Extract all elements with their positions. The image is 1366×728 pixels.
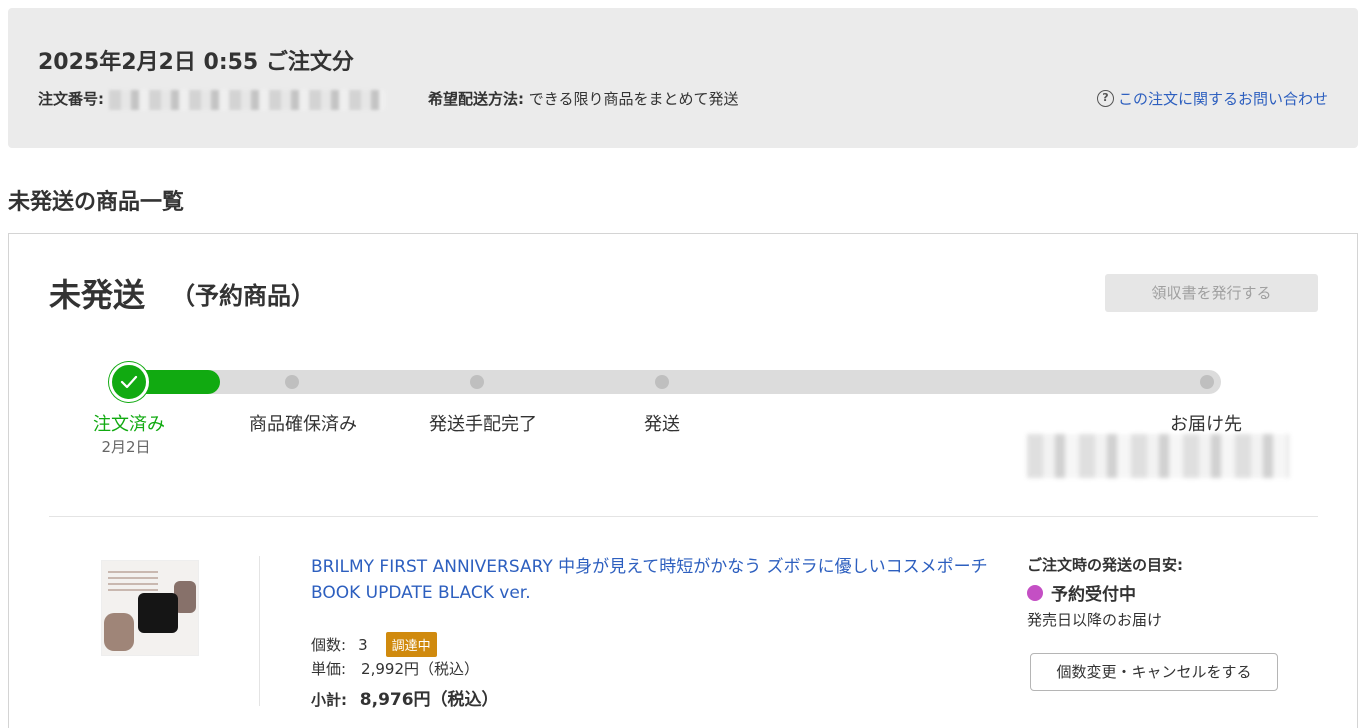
shipping-method-label: 希望配送方法:	[428, 90, 524, 108]
product-thumbnail[interactable]	[101, 560, 199, 656]
order-inquiry-link[interactable]: ? この注文に関するお問い合わせ	[1096, 88, 1328, 109]
step-dot-delivery	[1200, 375, 1214, 389]
checkmark-icon	[120, 375, 138, 389]
order-number-row: 注文番号:	[38, 88, 385, 110]
step-label-reserved: 商品確保済み	[249, 414, 357, 435]
order-inquiry-label: この注文に関するお問い合わせ	[1117, 90, 1328, 108]
order-title: 2025年2月2日 0:55 ご注文分	[38, 50, 354, 75]
shipment-card: 未発送 （予約商品） 領収書を発行する 注文済み 2月2日 商品確保済み 発送手…	[8, 233, 1358, 728]
shipping-estimate-status-text: 予約受付中	[1051, 585, 1136, 605]
step-completed-check	[109, 362, 149, 402]
step-dot-shipped	[655, 375, 669, 389]
delivery-address-redacted	[1027, 434, 1289, 478]
order-number-redacted	[108, 89, 385, 110]
product-title-link[interactable]: BRILMY FIRST ANNIVERSARY 中身が見えて時短がかなう ズボ…	[311, 554, 991, 606]
shipping-method-value: できる限り商品をまとめて発送	[528, 90, 739, 108]
step-dot-reserved	[285, 375, 299, 389]
help-icon: ?	[1096, 90, 1114, 107]
vertical-divider	[259, 556, 260, 706]
procurement-badge: 調達中	[385, 632, 437, 657]
shipping-estimate-label: ご注文時の発送の目安:	[1027, 556, 1183, 574]
subtotal-value: 8,976円（税込）	[359, 690, 499, 710]
shipping-estimate-note: 発売日以降のお届け	[1027, 611, 1163, 629]
step-label-ordered: 注文済み	[93, 414, 165, 435]
quantity-label: 個数:	[311, 636, 347, 654]
subtotal-row: 小計: 8,976円（税込）	[311, 685, 499, 710]
step-label-delivery: お届け先	[1170, 414, 1242, 435]
order-header: 2025年2月2日 0:55 ご注文分 注文番号: 希望配送方法: できる限り商…	[8, 8, 1358, 148]
step-label-arranged: 発送手配完了	[429, 414, 537, 435]
issue-receipt-button[interactable]: 領収書を発行する	[1105, 274, 1318, 312]
step-dot-arranged	[470, 375, 484, 389]
section-title: 未発送の商品一覧	[8, 190, 185, 215]
unit-price: 単価: 2,992円（税込）	[311, 660, 479, 678]
divider	[49, 516, 1318, 517]
reservation-status-dot	[1027, 584, 1043, 601]
shipping-estimate-status: 予約受付中	[1027, 580, 1136, 605]
quantity-row: 個数: 3 調達中	[311, 632, 437, 657]
subtotal-label: 小計:	[311, 691, 347, 709]
quantity-value: 3	[358, 635, 368, 654]
change-cancel-button[interactable]: 個数変更・キャンセルをする	[1030, 653, 1278, 691]
shipping-method-row: 希望配送方法: できる限り商品をまとめて発送	[428, 88, 738, 109]
status-subtitle: （予約商品）	[171, 282, 315, 310]
step-label-shipped: 発送	[644, 414, 680, 435]
status-title: 未発送	[49, 276, 146, 314]
order-number-label: 注文番号:	[38, 90, 104, 108]
step-date-ordered: 2月2日	[101, 438, 151, 456]
